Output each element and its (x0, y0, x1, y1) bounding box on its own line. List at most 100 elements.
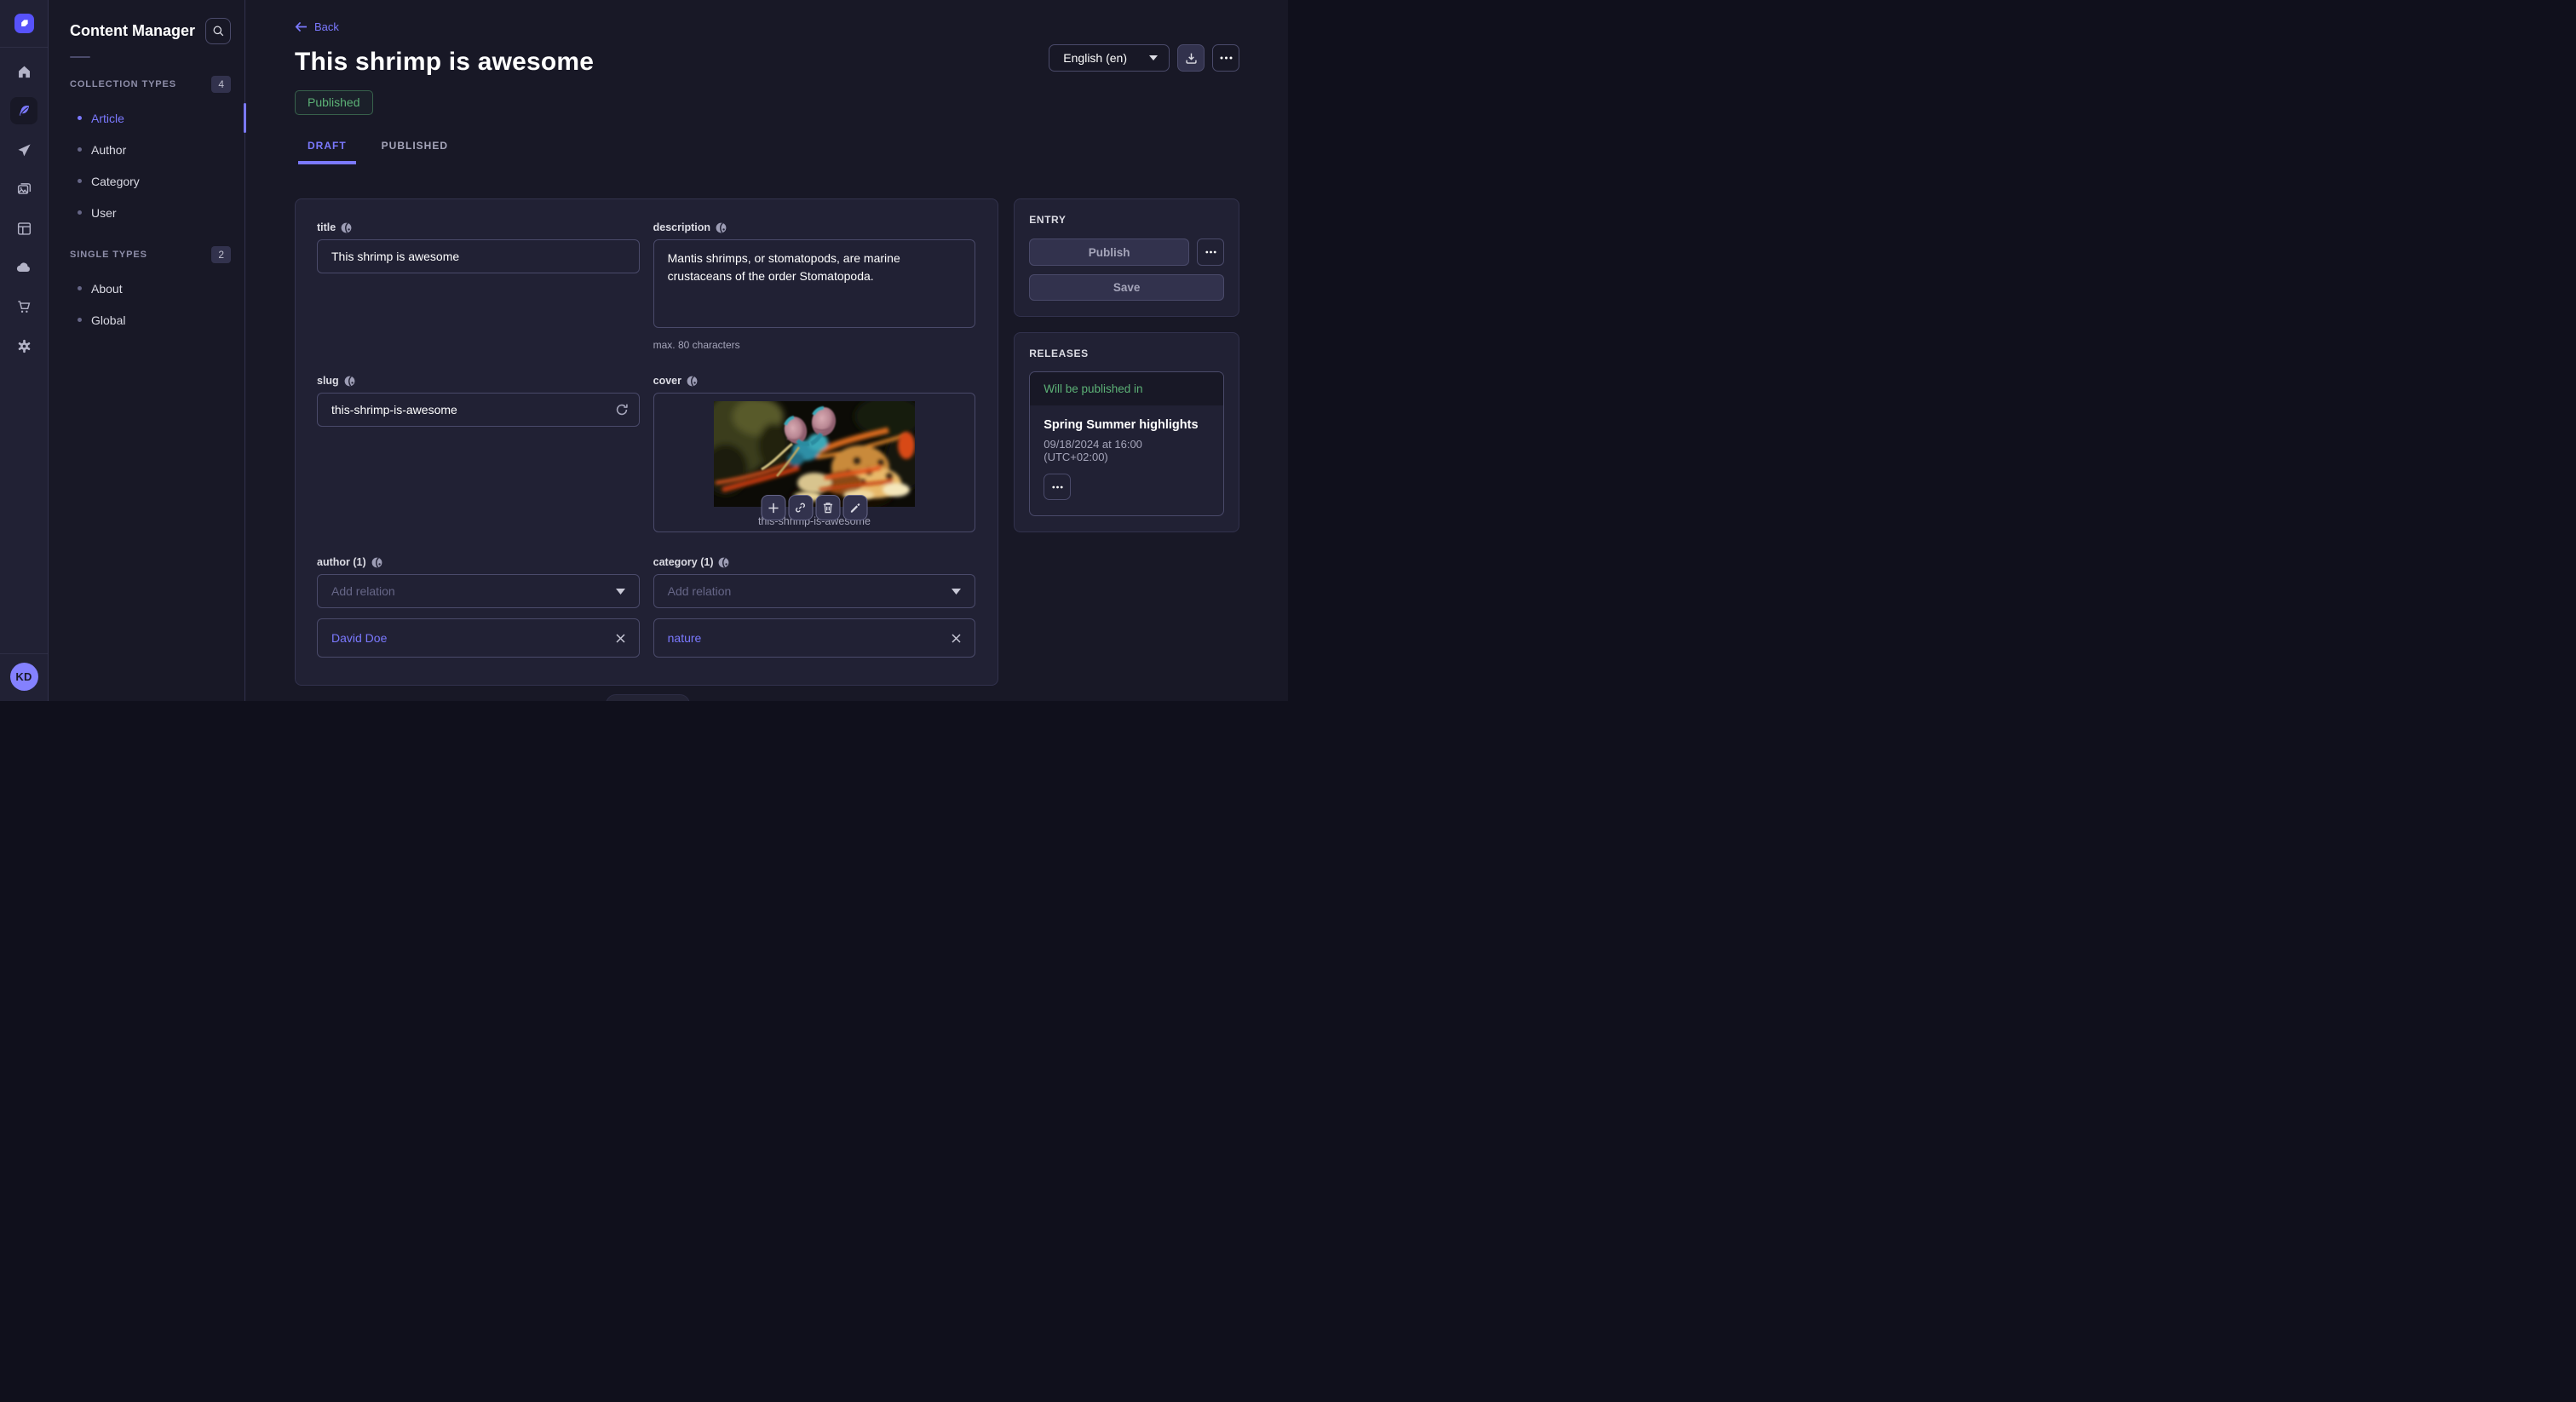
ellipsis-icon (1205, 250, 1216, 254)
release-card: Will be published in Spring Summer highl… (1029, 371, 1224, 516)
bullet-icon (78, 210, 82, 215)
version-tabs: DRAFT PUBLISHED (298, 140, 1239, 164)
field-cover: cover (653, 375, 976, 532)
home-icon[interactable] (10, 58, 37, 85)
edit-media-button[interactable] (842, 495, 867, 520)
sidebar-item-user[interactable]: User (49, 197, 244, 228)
tab-published[interactable]: PUBLISHED (372, 140, 457, 164)
chevron-down-icon (1149, 55, 1158, 60)
sidebar-item-about[interactable]: About (49, 273, 244, 304)
section-count-badge: 4 (211, 76, 231, 93)
globe-icon (344, 376, 355, 387)
globe-icon (718, 557, 729, 568)
relation-link[interactable]: David Doe (331, 631, 387, 645)
field-title: title (317, 221, 640, 351)
field-description: description Mantis shrimps, or stomatopo… (653, 221, 976, 351)
save-button[interactable]: Save (1029, 274, 1224, 301)
title-input[interactable] (317, 239, 640, 273)
sidebar-item-category[interactable]: Category (49, 165, 244, 197)
locale-select[interactable]: English (en) (1049, 44, 1170, 72)
chevron-down-icon (952, 589, 961, 595)
send-icon[interactable] (10, 136, 37, 164)
status-badge: Published (295, 90, 373, 115)
author-relation-select[interactable]: Add relation (317, 574, 640, 608)
remove-relation-icon[interactable] (616, 634, 625, 643)
user-avatar[interactable]: KD (10, 663, 38, 691)
collection-types-section: COLLECTION TYPES 4 Article Author Catego… (49, 74, 244, 228)
section-count-badge: 2 (211, 246, 231, 263)
release-status: Will be published in (1030, 372, 1223, 405)
ellipsis-icon (1052, 486, 1063, 489)
globe-icon (687, 376, 698, 387)
field-label: title (317, 221, 336, 233)
field-label: cover (653, 375, 681, 387)
release-datetime: 09/18/2024 at 16:00 (UTC+02:00) (1044, 438, 1210, 463)
rail-bottom: KD (0, 653, 48, 701)
sidebar-item-article[interactable]: Article (49, 102, 244, 134)
bottom-partial-widget[interactable] (606, 694, 690, 701)
search-button[interactable] (205, 18, 231, 44)
relation-placeholder: Add relation (668, 584, 732, 598)
copy-link-button[interactable] (788, 495, 813, 520)
bullet-icon (78, 116, 82, 120)
relation-link[interactable]: nature (668, 631, 702, 645)
sidebar-item-author[interactable]: Author (49, 134, 244, 165)
download-icon (1185, 52, 1198, 65)
field-category: category (1) Add relation (653, 556, 976, 658)
content-manager-sidebar: Content Manager COLLECTION TYPES 4 Artic… (49, 0, 245, 701)
search-icon (212, 25, 225, 37)
description-textarea[interactable]: Mantis shrimps, or stomatopods, are mari… (653, 239, 976, 328)
releases-panel-title: RELEASES (1029, 348, 1224, 359)
bullet-icon (78, 286, 82, 290)
locale-value: English (en) (1063, 51, 1127, 65)
download-button[interactable] (1177, 44, 1205, 72)
cover-media-box: this-shrimp-is-awesome (653, 393, 976, 532)
content-type-builder-icon[interactable] (10, 215, 37, 242)
cover-image[interactable] (714, 401, 915, 507)
category-relation-select[interactable]: Add relation (653, 574, 976, 608)
entry-more-button[interactable] (1197, 238, 1224, 266)
bullet-icon (78, 318, 82, 322)
delete-media-button[interactable] (815, 495, 840, 520)
arrow-left-icon (295, 21, 308, 32)
back-label: Back (314, 20, 339, 33)
logo-section (0, 0, 48, 48)
ellipsis-icon (1220, 56, 1233, 60)
sidebar-item-label: Category (91, 175, 140, 188)
rail-divider (0, 653, 48, 654)
back-link[interactable]: Back (295, 20, 339, 33)
trash-icon (822, 502, 833, 514)
media-library-icon[interactable] (10, 175, 37, 203)
releases-panel: RELEASES Will be published in Spring Sum… (1014, 332, 1239, 532)
release-more-button[interactable] (1044, 474, 1071, 500)
main-content: Back English (en) This shrimp is awesome… (246, 0, 1288, 701)
sidebar-title: Content Manager (70, 22, 195, 40)
settings-icon[interactable] (10, 332, 37, 359)
field-label: slug (317, 375, 339, 387)
header-actions: English (en) (1049, 44, 1239, 72)
release-name: Spring Summer highlights (1044, 418, 1210, 432)
sidebar-item-global[interactable]: Global (49, 304, 244, 336)
field-label: description (653, 221, 710, 233)
more-options-button[interactable] (1212, 44, 1239, 72)
strapi-logo-icon[interactable] (14, 14, 34, 33)
add-media-button[interactable] (761, 495, 785, 520)
sidebar-item-label: User (91, 206, 117, 220)
globe-icon (341, 222, 352, 233)
bullet-icon (78, 179, 82, 183)
slug-input[interactable] (317, 393, 640, 427)
sidebar-item-label: Global (91, 313, 125, 327)
cloud-icon[interactable] (10, 254, 37, 281)
publish-button[interactable]: Publish (1029, 238, 1189, 266)
globe-icon (371, 557, 382, 568)
strapi-admin-app: KD Content Manager COLLECTION TYPES 4 Ar… (0, 0, 1288, 701)
content-manager-icon[interactable] (10, 97, 37, 124)
remove-relation-icon[interactable] (952, 634, 961, 643)
tab-draft[interactable]: DRAFT (298, 140, 356, 164)
field-label: author (1) (317, 556, 366, 568)
bullet-icon (78, 147, 82, 152)
section-label: COLLECTION TYPES (70, 79, 176, 89)
marketplace-icon[interactable] (10, 293, 37, 320)
regenerate-slug-icon[interactable] (615, 403, 629, 417)
plus-icon (768, 503, 779, 514)
